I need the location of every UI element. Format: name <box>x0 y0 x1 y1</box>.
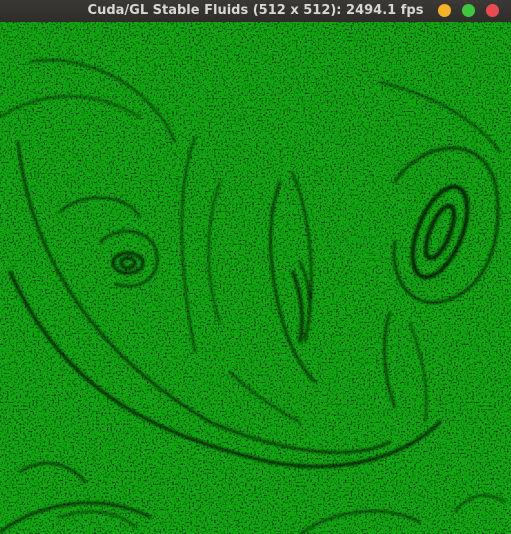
maximize-button[interactable] <box>462 4 475 17</box>
particle-speckle <box>0 22 511 534</box>
app-window: Cuda/GL Stable Fluids (512 x 512): 2494.… <box>0 0 511 534</box>
window-title: Cuda/GL Stable Fluids (512 x 512): 2494.… <box>87 3 424 18</box>
close-button[interactable] <box>486 4 499 17</box>
fluid-simulation-canvas[interactable] <box>0 22 511 534</box>
title-bar[interactable]: Cuda/GL Stable Fluids (512 x 512): 2494.… <box>0 0 511 23</box>
fluid-render <box>0 22 511 534</box>
minimize-button[interactable] <box>438 4 451 17</box>
